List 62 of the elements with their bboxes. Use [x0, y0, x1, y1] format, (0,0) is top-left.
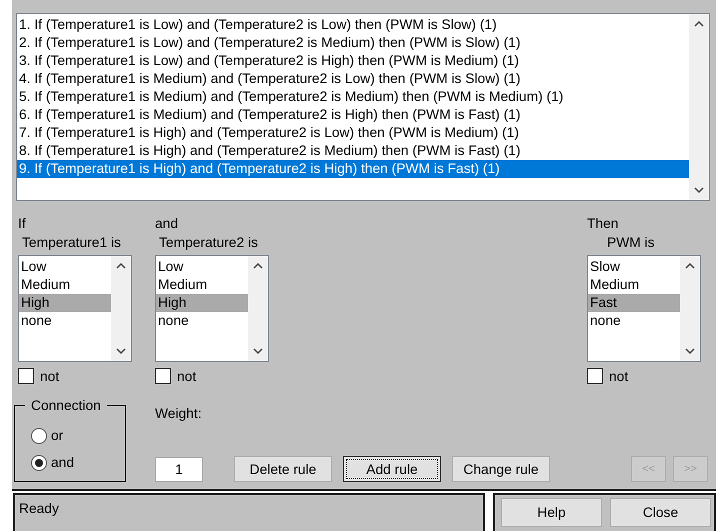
scrollbar[interactable] — [111, 256, 131, 361]
rule-button[interactable]: Add rule — [343, 456, 441, 482]
variable-label: Temperature1 is — [21, 234, 122, 252]
scroll-down-icon[interactable] — [116, 348, 126, 355]
list-item[interactable]: Medium — [156, 276, 248, 294]
scroll-down-icon[interactable] — [694, 187, 704, 194]
rule-item[interactable]: 5. If (Temperature1 is Medium) and (Temperature2 is Medium) then (PWM is Medium) (1) — [17, 88, 689, 106]
footer-button[interactable]: Help — [501, 498, 602, 527]
column-header: If — [18, 215, 27, 233]
membership-list[interactable]: Slow Medium Fast none — [587, 255, 701, 362]
list-item[interactable]: Medium — [588, 276, 680, 294]
rule-item[interactable]: 3. If (Temperature1 is Low) and (Temperature2 is High) then (PWM is Medium) (1) — [17, 52, 689, 70]
membership-list[interactable]: Low Medium High none — [155, 255, 269, 362]
scrollbar[interactable] — [689, 14, 709, 200]
rule-list[interactable] — [16, 13, 710, 201]
variable-label: PWM is — [606, 234, 656, 252]
rule-item[interactable]: 6. If (Temperature1 is Medium) and (Temperature2 is High) then (PWM is Fast) (1) — [17, 106, 689, 124]
variable-label: Temperature2 is — [158, 234, 259, 252]
rule-item[interactable]: 8. If (Temperature1 is High) and (Temperature2 is Medium) then (PWM is Fast) (1) — [17, 142, 689, 160]
checkbox-label: not — [40, 368, 60, 384]
radio-label: and — [51, 455, 74, 470]
list-item[interactable]: Low — [156, 258, 248, 276]
rule-item[interactable]: 1. If (Temperature1 is Low) and (Temperature2 is Low) then (PWM is Slow) (1) — [17, 16, 689, 34]
weight-field[interactable]: 1 — [155, 457, 203, 482]
group-title: Connection — [25, 399, 107, 413]
scroll-up-icon[interactable] — [253, 262, 263, 269]
rule-item[interactable]: 9. If (Temperature1 is High) and (Temperature2 is High) then (PWM is Fast) (1) — [17, 160, 689, 178]
checkbox[interactable] — [18, 368, 34, 384]
checkbox-label: not — [177, 368, 196, 384]
list-item[interactable]: Slow — [588, 258, 680, 276]
radio-button[interactable] — [31, 428, 47, 444]
scroll-up-icon[interactable] — [116, 262, 126, 269]
rule-button[interactable]: Change rule — [452, 456, 550, 482]
list-item[interactable]: none — [19, 312, 111, 330]
scroll-up-icon[interactable] — [685, 262, 695, 269]
list-item[interactable]: Medium — [19, 276, 111, 294]
column-header: and — [155, 215, 180, 233]
scroll-up-icon[interactable] — [694, 20, 704, 27]
radio-label: or — [51, 428, 64, 443]
list-item[interactable]: Fast — [588, 294, 680, 312]
status-bar: Ready — [13, 493, 485, 531]
scrollbar[interactable] — [248, 256, 268, 361]
rule-item[interactable]: 4. If (Temperature1 is Medium) and (Temperature2 is Low) then (PWM is Slow) (1) — [17, 70, 689, 88]
column-header: Then — [587, 215, 620, 233]
scroll-down-icon[interactable] — [253, 348, 263, 355]
checkbox[interactable] — [587, 368, 603, 384]
rule-item[interactable]: 2. If (Temperature1 is Low) and (Temperature2 is Medium) then (PWM is Slow) (1) — [17, 34, 689, 52]
checkbox[interactable] — [155, 368, 171, 384]
rule-button[interactable]: Delete rule — [234, 456, 332, 482]
scrollbar[interactable] — [680, 256, 700, 361]
list-item[interactable]: High — [156, 294, 248, 312]
list-item[interactable]: none — [588, 312, 680, 330]
checkbox-label: not — [609, 368, 628, 384]
list-item[interactable]: High — [19, 294, 111, 312]
list-item[interactable]: none — [156, 312, 248, 330]
radio-button[interactable] — [31, 454, 47, 470]
scroll-down-icon[interactable] — [685, 348, 695, 355]
rule-item[interactable]: 7. If (Temperature1 is High) and (Temperature2 is Low) then (PWM is Medium) (1) — [17, 124, 689, 142]
list-item[interactable]: Low — [19, 258, 111, 276]
weight-label: Weight: — [155, 406, 203, 421]
footer-button[interactable]: Close — [610, 498, 711, 527]
membership-list[interactable]: Low Medium High none — [18, 255, 132, 362]
